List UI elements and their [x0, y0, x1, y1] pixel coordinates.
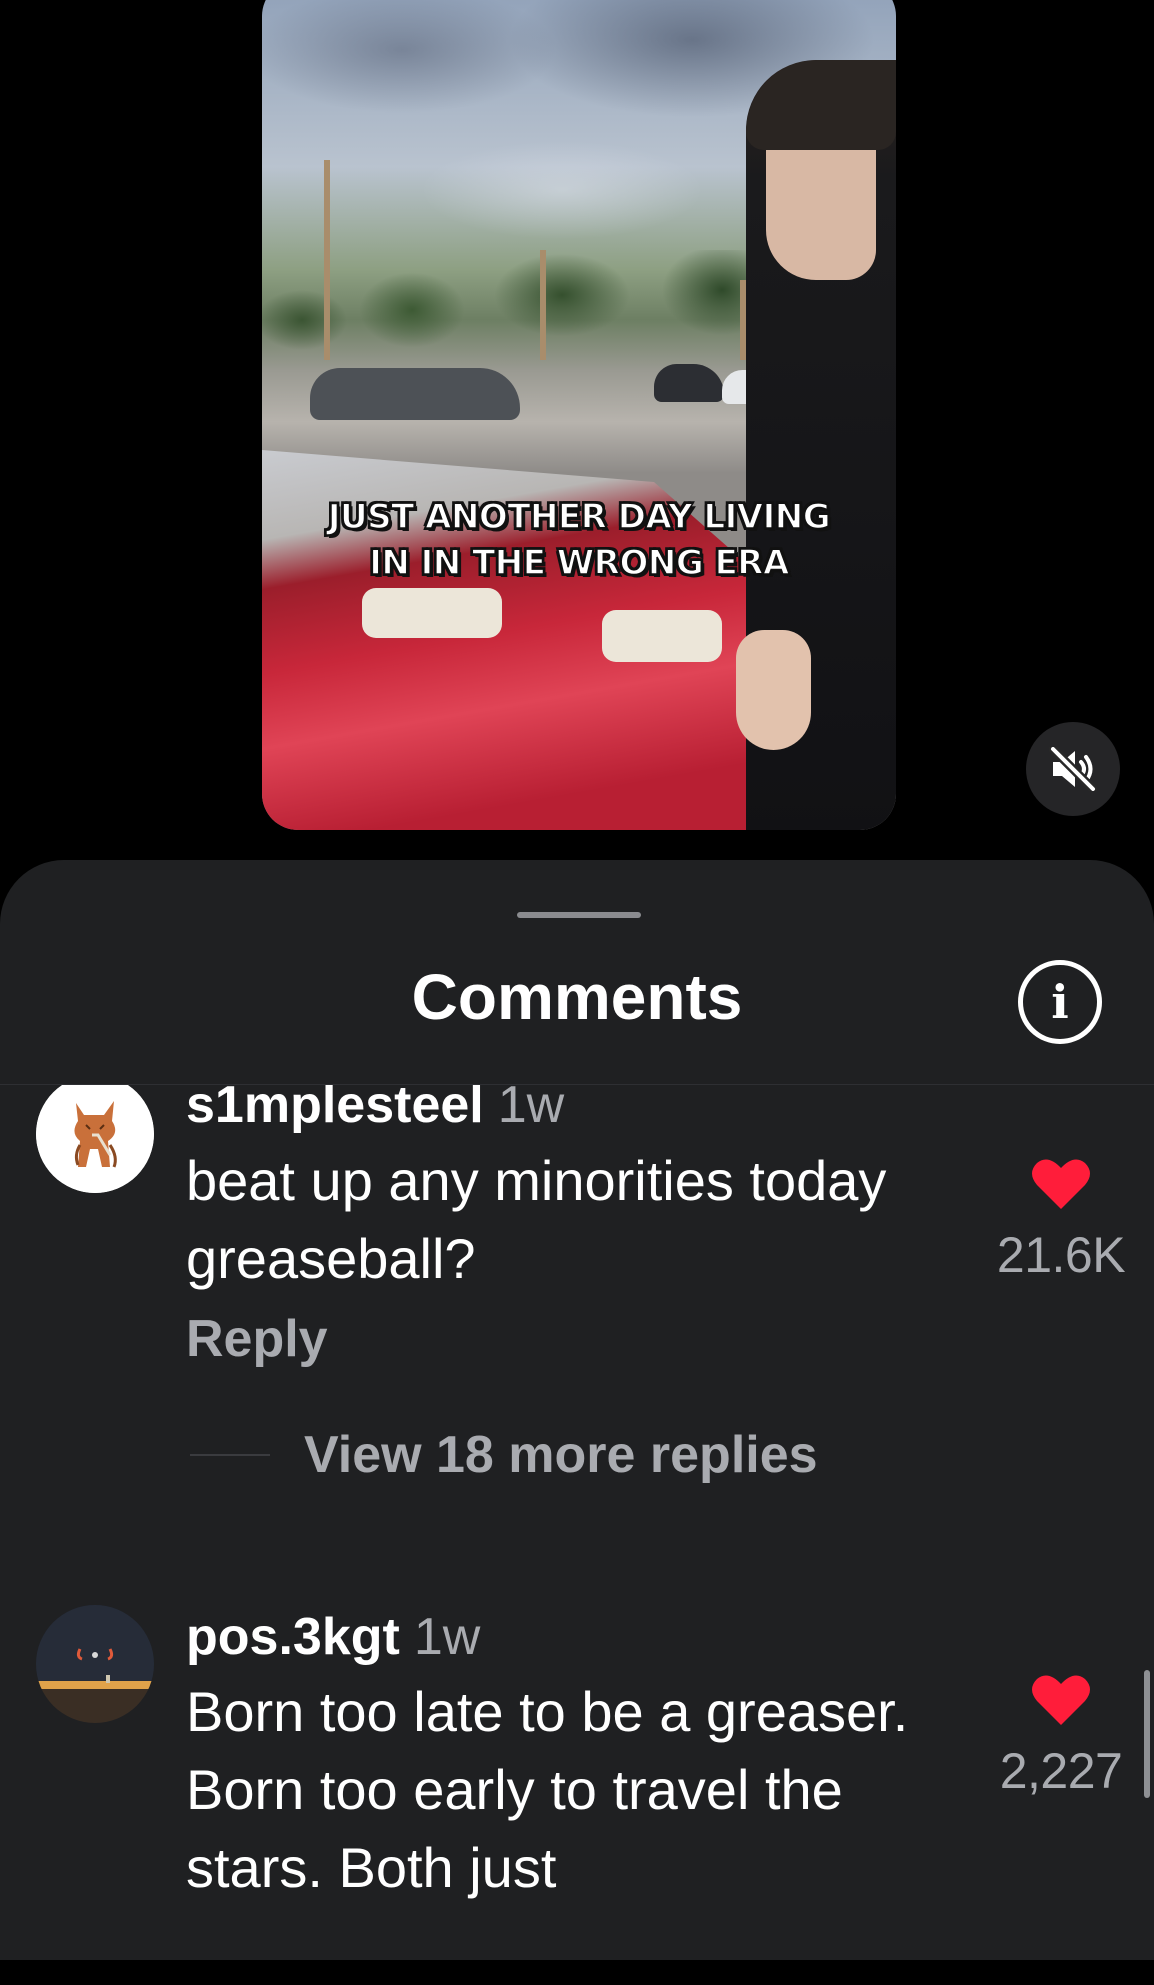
cat-avatar-icon	[36, 1085, 154, 1193]
video-parked-car	[654, 364, 724, 402]
horizon-avatar-icon	[36, 1605, 154, 1723]
view-more-replies[interactable]: View 18 more replies	[190, 1425, 818, 1485]
sheet-grabber[interactable]	[517, 912, 641, 918]
like-control: 21.6K	[986, 1157, 1136, 1284]
info-button[interactable]: i	[1018, 960, 1102, 1044]
comment-username[interactable]: s1mplesteel	[186, 1085, 484, 1134]
like-count: 21.6K	[996, 1227, 1126, 1283]
video-car-seat	[362, 588, 502, 638]
video-person-hand	[736, 630, 811, 750]
comment-text: beat up any minorities today greaseball?	[186, 1149, 887, 1290]
caption-line-2: IN IN THE WRONG ERA	[368, 542, 790, 584]
avatar[interactable]	[36, 1085, 154, 1193]
sheet-title: Comments	[411, 961, 743, 1033]
like-count: 2,227	[999, 1743, 1123, 1799]
view-more-replies-label: View 18 more replies	[304, 1426, 818, 1484]
mute-button[interactable]	[1026, 722, 1120, 816]
comment-meta: s1mplesteel 1w	[186, 1085, 564, 1135]
comment-text: Born too late to be a greaser. Born too …	[186, 1680, 909, 1899]
scrollbar[interactable]	[1144, 1670, 1150, 1798]
replies-line	[190, 1454, 270, 1456]
info-icon: i	[1051, 975, 1069, 1029]
comments-list[interactable]: s1mplesteel 1w beat up any minorities tod…	[0, 1085, 1154, 1985]
speaker-muted-icon	[1049, 747, 1097, 791]
comments-sheet: Comments i s1mplesteel 1w beat up any min…	[0, 860, 1154, 1960]
caption-line-1: JUST ANOTHER DAY LIVING	[327, 496, 831, 538]
video-caption: JUST ANOTHER DAY LIVING IN IN THE WRONG …	[262, 494, 896, 586]
comment-item: s1mplesteel 1w beat up any minorities tod…	[0, 1085, 1154, 1505]
like-control: 2,227	[986, 1673, 1136, 1800]
comment-time: 1w	[497, 1085, 565, 1134]
comment-item: pos.3kgt 1w Born too late to be a greaser…	[0, 1597, 1154, 1985]
comment-username[interactable]: pos.3kgt	[186, 1608, 400, 1666]
video-player[interactable]	[262, 0, 896, 830]
heart-icon[interactable]	[1031, 1157, 1091, 1211]
comment-time: 1w	[413, 1608, 481, 1666]
video-car-seat	[602, 610, 722, 662]
video-light-pole	[540, 250, 546, 360]
video-light-pole	[324, 160, 330, 360]
comment-meta: pos.3kgt 1w	[186, 1607, 480, 1667]
video-parked-car	[310, 368, 520, 420]
reply-button[interactable]: Reply	[186, 1309, 328, 1369]
avatar[interactable]	[36, 1605, 154, 1723]
heart-icon[interactable]	[1031, 1673, 1091, 1727]
